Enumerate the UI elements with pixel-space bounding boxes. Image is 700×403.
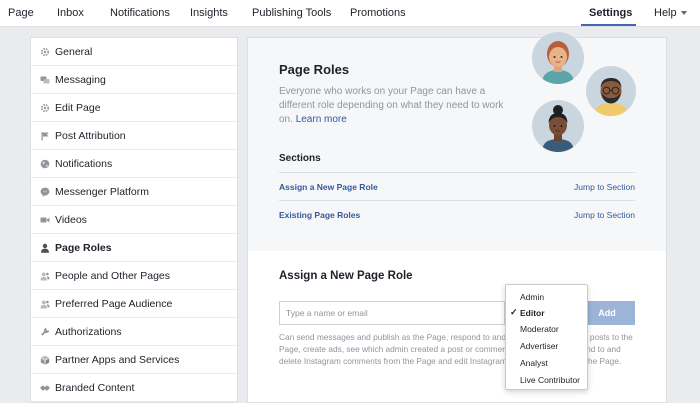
chat-bubbles-icon — [40, 75, 50, 85]
dropdown-option-advertiser[interactable]: Advertiser — [506, 338, 587, 354]
sidebar-item-label: Edit Page — [55, 102, 101, 114]
sidebar-item-post-attribution[interactable]: Post Attribution — [31, 122, 237, 150]
top-navigation-bar: Page Inbox Notifications Insights Publis… — [0, 0, 700, 27]
option-label: Advertiser — [520, 341, 559, 351]
sidebar-item-general[interactable]: General — [31, 38, 237, 66]
sidebar-item-partner-apps-and-services[interactable]: Partner Apps and Services — [31, 346, 237, 374]
nav-inbox[interactable]: Inbox — [57, 7, 84, 19]
role-dropdown-menu: Admin ✓ Editor Moderator Advertiser Analy… — [505, 284, 588, 390]
page-roles-panel: Page Roles Everyone who works on your Pa… — [247, 32, 667, 251]
dropdown-option-live-contributor[interactable]: Live Contributor — [506, 372, 587, 388]
nav-publishing-tools[interactable]: Publishing Tools — [252, 7, 331, 19]
cube-icon — [40, 355, 50, 365]
assign-role-heading: Assign a New Page Role — [279, 270, 413, 282]
dropdown-option-admin[interactable]: Admin — [506, 289, 587, 305]
sidebar-item-label: Authorizations — [55, 326, 122, 338]
nav-insights[interactable]: Insights — [190, 7, 228, 19]
globe-icon — [40, 159, 50, 169]
sidebar-item-branded-content[interactable]: Branded Content — [31, 374, 237, 402]
name-or-email-input[interactable] — [279, 301, 505, 325]
gear-icon — [40, 103, 50, 113]
wrench-icon — [40, 327, 50, 337]
sidebar-item-messenger-platform[interactable]: Messenger Platform — [31, 178, 237, 206]
sidebar-item-label: Notifications — [55, 158, 113, 170]
checkmark-icon: ✓ — [510, 307, 518, 317]
sidebar-item-label: People and Other Pages — [55, 270, 170, 282]
sidebar-item-messaging[interactable]: Messaging — [31, 66, 237, 94]
section-row: Assign a New Page Role Jump to Section — [279, 172, 635, 200]
sidebar-item-label: Messaging — [55, 74, 106, 86]
settings-sidebar: General Messaging Edit Page Post Attribu… — [30, 37, 238, 403]
jump-to-section-link[interactable]: Jump to Section — [574, 210, 635, 220]
assign-role-panel: Assign a New Page Role Add Can send mess… — [247, 251, 667, 403]
sidebar-item-authorizations[interactable]: Authorizations — [31, 318, 237, 346]
person-icon — [40, 243, 50, 253]
gear-icon — [40, 47, 50, 57]
sidebar-item-label: Preferred Page Audience — [55, 298, 173, 310]
video-camera-icon — [40, 215, 50, 225]
dropdown-option-editor[interactable]: ✓ Editor — [506, 305, 587, 321]
flag-icon — [40, 131, 50, 141]
option-label: Editor — [520, 308, 545, 318]
option-label: Admin — [520, 292, 545, 302]
nav-help[interactable]: Help — [654, 7, 687, 19]
sidebar-item-preferred-page-audience[interactable]: Preferred Page Audience — [31, 290, 237, 318]
help-label: Help — [654, 7, 677, 19]
sidebar-item-label: Page Roles — [55, 242, 112, 254]
learn-more-link[interactable]: Learn more — [296, 114, 347, 125]
jump-to-section-link[interactable]: Jump to Section — [574, 182, 635, 192]
sidebar-item-notifications[interactable]: Notifications — [31, 150, 237, 178]
handshake-icon — [40, 383, 50, 393]
page-title: Page Roles — [279, 62, 350, 77]
sidebar-item-label: General — [55, 46, 93, 58]
nav-page[interactable]: Page — [8, 7, 34, 19]
sidebar-item-label: Partner Apps and Services — [55, 354, 180, 366]
sidebar-item-page-roles[interactable]: Page Roles — [31, 234, 237, 262]
sidebar-item-label: Videos — [55, 214, 87, 226]
people-icon — [40, 299, 50, 309]
sidebar-item-edit-page[interactable]: Edit Page — [31, 94, 237, 122]
option-label: Live Contributor — [520, 375, 581, 385]
sidebar-item-label: Branded Content — [55, 382, 135, 394]
section-link-existing-roles[interactable]: Existing Page Roles — [279, 210, 360, 220]
nav-settings[interactable]: Settings — [589, 7, 632, 19]
section-link-assign-role[interactable]: Assign a New Page Role — [279, 182, 378, 192]
avatar-illustration — [532, 100, 584, 152]
sidebar-item-label: Post Attribution — [55, 130, 126, 142]
sidebar-item-people-and-other-pages[interactable]: People and Other Pages — [31, 262, 237, 290]
sections-heading: Sections — [279, 153, 321, 164]
messenger-icon — [40, 187, 50, 197]
caret-down-icon — [680, 11, 687, 16]
section-row: Existing Page Roles Jump to Section — [279, 200, 635, 228]
dropdown-option-moderator[interactable]: Moderator — [506, 321, 587, 337]
dropdown-option-analyst[interactable]: Analyst — [506, 355, 587, 371]
option-label: Moderator — [520, 324, 559, 334]
nav-promotions[interactable]: Promotions — [350, 7, 406, 19]
active-tab-indicator — [581, 24, 636, 26]
sidebar-item-videos[interactable]: Videos — [31, 206, 237, 234]
avatar-illustration — [532, 32, 584, 84]
nav-notifications[interactable]: Notifications — [110, 7, 170, 19]
page-roles-description: Everyone who works on your Page can have… — [279, 85, 514, 127]
sidebar-item-label: Messenger Platform — [55, 186, 149, 198]
people-icon — [40, 271, 50, 281]
option-label: Analyst — [520, 358, 548, 368]
avatar-illustration — [586, 66, 636, 116]
